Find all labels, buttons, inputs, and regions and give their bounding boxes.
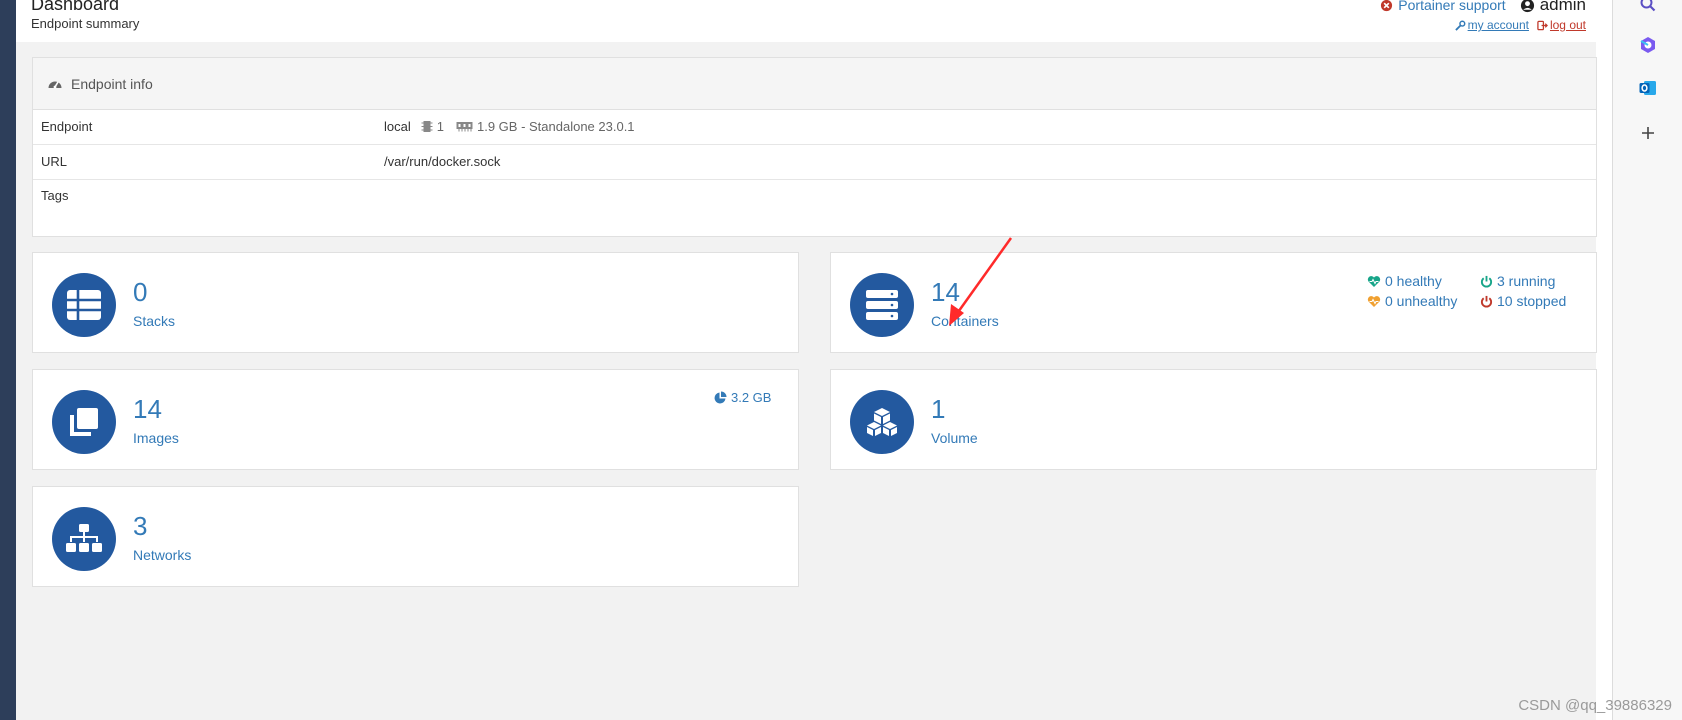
networks-label: Networks bbox=[133, 547, 192, 563]
list-icon bbox=[67, 290, 101, 320]
sitemap-icon bbox=[66, 524, 102, 552]
images-icon-circle bbox=[52, 390, 116, 454]
plus-icon[interactable] bbox=[1636, 121, 1660, 145]
memory-and-version: 1.9 GB - Standalone 23.0.1 bbox=[476, 119, 635, 134]
url-value: /var/run/docker.sock bbox=[384, 154, 501, 169]
url-row: URL /var/run/docker.sock bbox=[33, 145, 1596, 180]
networks-tile[interactable]: 3 Networks bbox=[32, 486, 799, 587]
cpu-count: 1 bbox=[436, 119, 444, 134]
outlook-icon[interactable] bbox=[1636, 76, 1660, 100]
browser-sidebar bbox=[1612, 0, 1682, 720]
sign-out-icon bbox=[1537, 20, 1548, 30]
volumes-label: Volume bbox=[931, 430, 978, 446]
cubes-icon bbox=[867, 408, 897, 436]
tags-row: Tags bbox=[33, 180, 1596, 237]
stacks-tile[interactable]: 0 Stacks bbox=[32, 252, 799, 353]
stopped-text: 10 stopped bbox=[1497, 293, 1567, 309]
server-icon bbox=[866, 290, 898, 320]
content-right-gutter bbox=[1596, 0, 1612, 720]
volumes-tile[interactable]: 1 Volume bbox=[830, 369, 1597, 470]
stacks-icon-circle bbox=[52, 273, 116, 337]
tags-key: Tags bbox=[41, 188, 69, 203]
pie-chart-icon bbox=[714, 391, 727, 403]
left-edge-strip bbox=[0, 0, 16, 720]
url-key: URL bbox=[41, 154, 68, 169]
page-subtitle: Endpoint summary bbox=[31, 16, 140, 31]
clone-icon bbox=[70, 408, 98, 436]
copilot-icon[interactable] bbox=[1636, 33, 1660, 57]
search-icon[interactable] bbox=[1636, 0, 1660, 16]
networks-count: 3 bbox=[133, 511, 148, 541]
healthy-status: 0 healthy bbox=[1367, 273, 1442, 289]
my-account-label: my account bbox=[1467, 18, 1529, 32]
endpoint-key: Endpoint bbox=[41, 119, 93, 134]
page-header: Dashboard Endpoint summary Portainer sup… bbox=[16, 0, 1612, 42]
containers-tile[interactable]: 14 Containers 0 healthy 3 running 0 unhe… bbox=[830, 252, 1597, 353]
power-icon bbox=[1480, 295, 1493, 307]
endpoint-row: Endpoint local 1 1.9 GB - Standalone 23.… bbox=[33, 110, 1596, 145]
endpoint-info-panel: Endpoint info Endpoint local 1 1.9 GB - … bbox=[32, 57, 1597, 237]
images-label: Images bbox=[133, 430, 179, 446]
username: admin bbox=[1539, 0, 1586, 14]
support-icon bbox=[1381, 0, 1393, 11]
header-user-area: Portainer support admin my account log o… bbox=[1380, 0, 1586, 32]
unhealthy-text: 0 unhealthy bbox=[1385, 293, 1458, 309]
networks-icon-circle bbox=[52, 507, 116, 571]
heartbeat-icon bbox=[1367, 295, 1381, 307]
stacks-label: Stacks bbox=[133, 313, 176, 329]
running-status: 3 running bbox=[1480, 273, 1555, 289]
user-menu[interactable]: admin bbox=[1520, 0, 1586, 15]
images-tile[interactable]: 14 Images 3.2 GB bbox=[32, 369, 799, 470]
containers-icon-circle bbox=[850, 273, 914, 337]
endpoint-info-header: Endpoint info bbox=[33, 58, 1596, 110]
memory-icon bbox=[456, 122, 473, 132]
my-account-link[interactable]: my account bbox=[1454, 18, 1529, 32]
images-size-text: 3.2 GB bbox=[731, 390, 772, 405]
user-circle-icon bbox=[1520, 0, 1534, 12]
heartbeat-icon bbox=[1367, 275, 1381, 287]
volumes-count: 1 bbox=[931, 394, 946, 424]
endpoint-name: local bbox=[384, 119, 411, 134]
images-size: 3.2 GB bbox=[713, 390, 771, 405]
stopped-status: 10 stopped bbox=[1480, 293, 1566, 309]
unhealthy-status: 0 unhealthy bbox=[1367, 293, 1457, 309]
containers-count: 14 bbox=[931, 277, 960, 307]
page-title: Dashboard bbox=[31, 0, 120, 14]
images-count: 14 bbox=[133, 394, 162, 424]
stacks-count: 0 bbox=[133, 277, 148, 307]
watermark: CSDN @qq_39886329 bbox=[1518, 697, 1672, 714]
portainer-support-label: Portainer support bbox=[1398, 0, 1506, 13]
running-text: 3 running bbox=[1497, 273, 1556, 289]
portainer-support-link[interactable]: Portainer support bbox=[1380, 0, 1506, 13]
log-out-label: log out bbox=[1549, 18, 1586, 32]
tachometer-icon bbox=[48, 81, 62, 88]
endpoint-info-title: Endpoint info bbox=[71, 75, 153, 92]
endpoint-value: local 1 1.9 GB - Standalone 23.0.1 bbox=[384, 119, 635, 134]
wrench-icon bbox=[1454, 20, 1466, 31]
containers-label: Containers bbox=[931, 313, 999, 329]
power-icon bbox=[1480, 275, 1493, 287]
cpu-icon bbox=[421, 121, 433, 132]
log-out-link[interactable]: log out bbox=[1537, 18, 1586, 32]
healthy-text: 0 healthy bbox=[1385, 273, 1442, 289]
volumes-icon-circle bbox=[850, 390, 914, 454]
